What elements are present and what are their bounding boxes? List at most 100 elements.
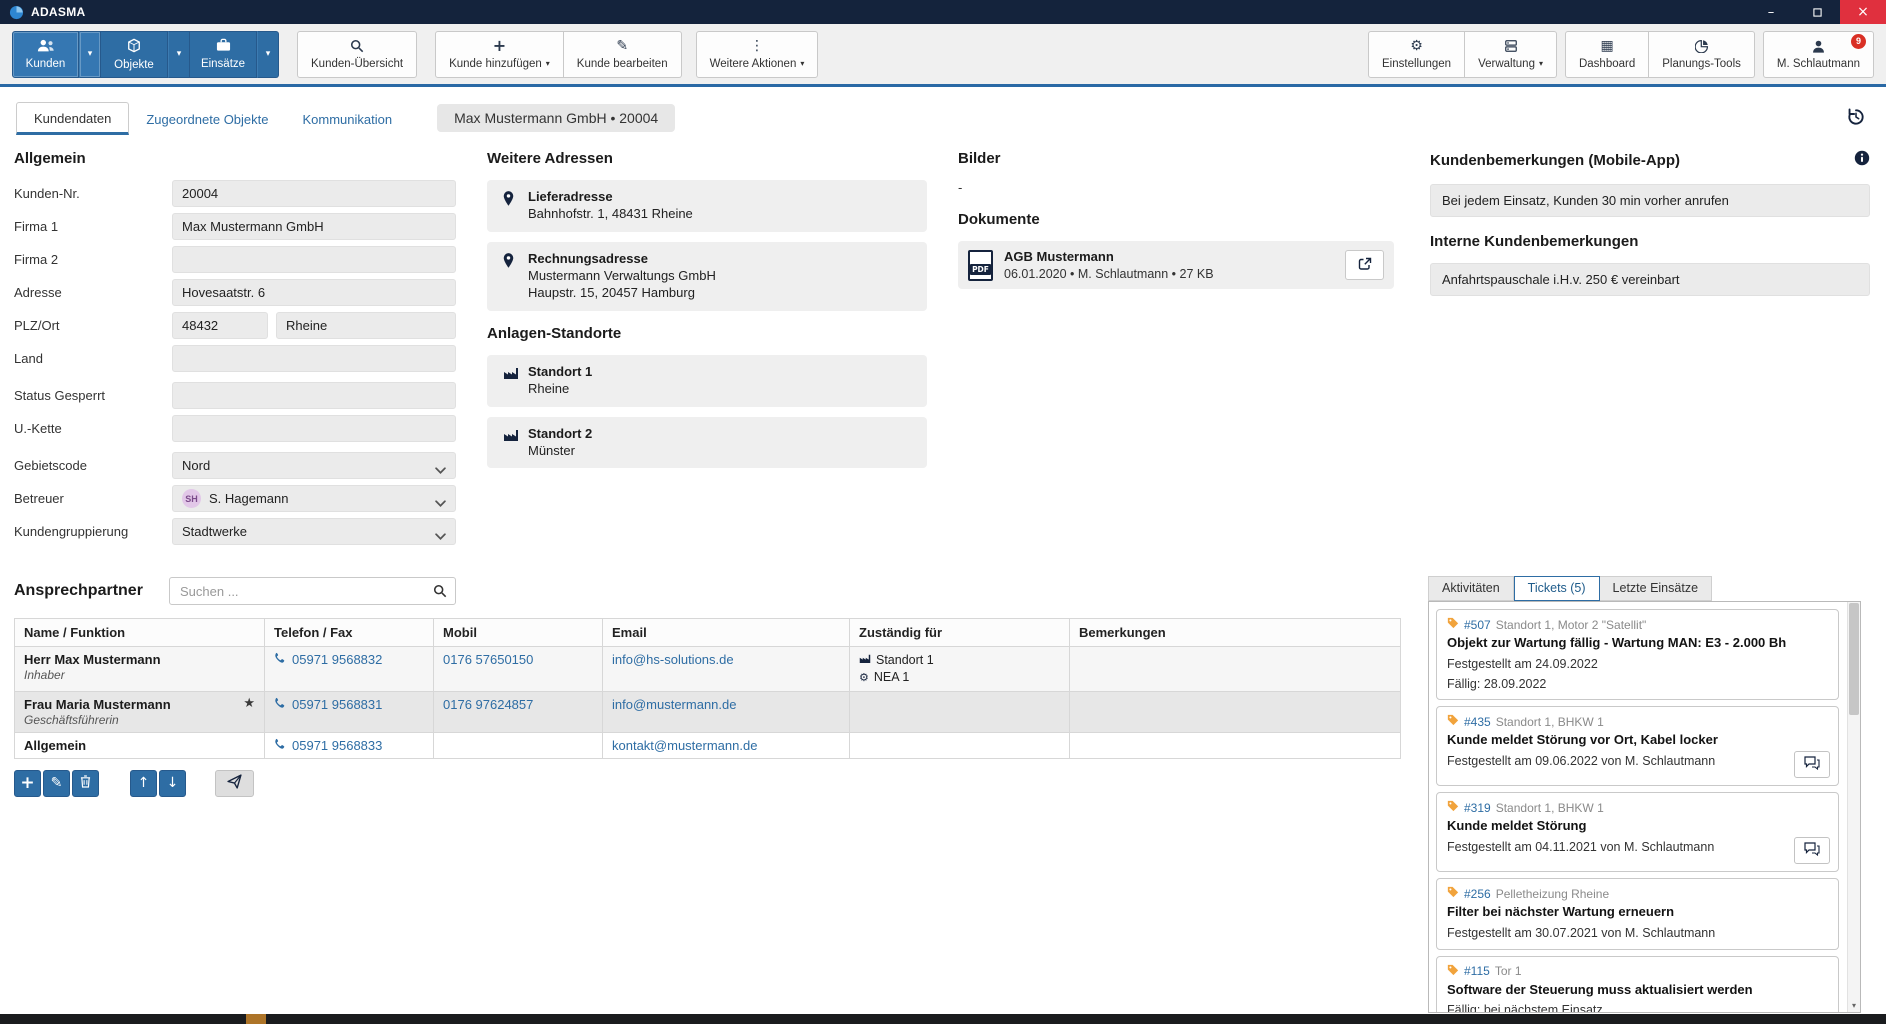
verwaltung-button[interactable]: Verwaltung▾ <box>1465 31 1557 78</box>
ticket-card[interactable]: #435 Standort 1, BHKW 1 Kunde meldet Stö… <box>1436 706 1839 786</box>
plz-field[interactable]: 48432 <box>172 312 268 339</box>
briefcase-icon <box>216 38 231 55</box>
ticket-id[interactable]: #256 <box>1464 887 1491 901</box>
scrollbar-thumb[interactable] <box>1849 603 1859 715</box>
intern-remark-box[interactable]: Anfahrtspauschale i.H.v. 250 € vereinbar… <box>1430 263 1870 296</box>
email-link[interactable]: kontakt@mustermann.de <box>612 738 757 753</box>
ticket-title: Kunde meldet Störung <box>1447 818 1828 835</box>
mobile-link[interactable]: 0176 57650150 <box>443 652 533 667</box>
contact-search-input[interactable] <box>169 577 456 605</box>
mobile-remark-box[interactable]: Bei jedem Einsatz, Kunden 30 min vorher … <box>1430 184 1870 217</box>
email-link[interactable]: info@hs-solutions.de <box>612 652 734 667</box>
betreuer-select[interactable]: SHS. Hagemann <box>172 485 456 512</box>
pie-chart-icon <box>1695 39 1709 54</box>
adresse-field[interactable]: Hovesaatstr. 6 <box>172 279 456 306</box>
factory-icon <box>503 366 519 385</box>
gebietscode-select[interactable]: Nord <box>172 452 456 479</box>
close-button[interactable]: × <box>1840 0 1886 24</box>
column-header[interactable]: Zuständig für <box>850 619 1070 647</box>
land-field[interactable] <box>172 345 456 372</box>
column-header[interactable]: Email <box>603 619 850 647</box>
chevron-down-icon: ▾ <box>1539 60 1543 68</box>
tab-zugeordnete-objekte[interactable]: Zugeordnete Objekte <box>129 104 285 133</box>
edit-contact-button[interactable]: ✎ <box>43 770 70 797</box>
firma1-field[interactable]: Max Mustermann GmbH <box>172 213 456 240</box>
minimize-button[interactable]: – <box>1748 0 1794 24</box>
ticket-id[interactable]: #115 <box>1464 964 1490 978</box>
chevron-down-icon: ▾ <box>177 50 182 59</box>
email-link[interactable]: info@mustermann.de <box>612 697 736 712</box>
contact-row[interactable]: Herr Max Mustermann Inhaber 05971 956883… <box>15 647 1401 692</box>
contacts-table: Name / Funktion Telefon / Fax Mobil Emai… <box>14 618 1401 759</box>
kunden-dropdown-button[interactable]: ▾ <box>79 31 101 78</box>
einsaetze-dropdown-button[interactable]: ▾ <box>257 31 279 78</box>
tab-kundendaten[interactable]: Kundendaten <box>16 102 129 135</box>
weitere-aktionen-button[interactable]: ⋮ Weitere Aktionen▾ <box>696 31 819 78</box>
einstellungen-button[interactable]: ⚙ Einstellungen <box>1368 31 1465 78</box>
document-card[interactable]: PDF AGB Mustermann 06.01.2020 • M. Schla… <box>958 241 1394 289</box>
kunden-uebersicht-button[interactable]: Kunden-Übersicht <box>297 31 417 78</box>
send-message-button[interactable] <box>215 770 254 797</box>
planungs-tools-button[interactable]: Planungs-Tools <box>1649 31 1755 78</box>
ticket-chat-button[interactable] <box>1794 751 1830 778</box>
history-button[interactable] <box>1842 103 1870 134</box>
rechnungsadresse-card[interactable]: Rechnungsadresse Mustermann Verwaltungs … <box>487 242 927 311</box>
maximize-button[interactable] <box>1794 0 1840 24</box>
firma2-field[interactable] <box>172 246 456 273</box>
einsaetze-button[interactable]: Einsätze <box>190 31 257 78</box>
column-header[interactable]: Bemerkungen <box>1070 619 1401 647</box>
ort-field[interactable]: Rheine <box>276 312 456 339</box>
app-title: ADASMA <box>31 5 85 19</box>
search-icon <box>350 39 364 54</box>
open-document-button[interactable] <box>1345 250 1384 280</box>
tab-tickets[interactable]: Tickets (5) <box>1514 576 1600 601</box>
ticket-id[interactable]: #435 <box>1464 715 1491 729</box>
lieferadresse-card[interactable]: Lieferadresse Bahnhofstr. 1, 48431 Rhein… <box>487 180 927 232</box>
contact-name: Allgemein <box>24 738 255 753</box>
ticket-chat-button[interactable] <box>1794 837 1830 864</box>
responsibility-cell <box>850 732 1070 758</box>
ticket-card[interactable]: #256 Pelletheizung Rheine Filter bei näc… <box>1436 878 1839 949</box>
contact-row[interactable]: ★ Frau Maria Mustermann Geschäftsführeri… <box>15 691 1401 732</box>
tab-aktivitaeten[interactable]: Aktivitäten <box>1428 576 1514 601</box>
phone-link[interactable]: 05971 9568831 <box>292 697 382 712</box>
kunde-hinzufuegen-button[interactable]: + Kunde hinzufügen▾ <box>435 31 564 78</box>
column-header[interactable]: Name / Funktion <box>15 619 265 647</box>
kunden-button[interactable]: Kunden <box>12 31 79 78</box>
ticket-id[interactable]: #507 <box>1464 618 1491 632</box>
ticket-card[interactable]: #319 Standort 1, BHKW 1 Kunde meldet Stö… <box>1436 792 1839 872</box>
kundengruppierung-select[interactable]: Stadtwerke <box>172 518 456 545</box>
dashboard-button[interactable]: ▦ Dashboard <box>1565 31 1649 78</box>
tab-kommunikation[interactable]: Kommunikation <box>286 104 410 133</box>
scrollbar[interactable]: ▾ <box>1847 602 1860 1012</box>
add-contact-button[interactable]: + <box>14 770 41 797</box>
ticket-card[interactable]: #115 Tor 1 Software der Steuerung muss a… <box>1436 956 1839 1013</box>
move-down-button[interactable]: ↓ <box>159 770 186 797</box>
objekte-button[interactable]: Objekte <box>101 31 168 78</box>
delete-contact-button[interactable] <box>72 770 99 797</box>
section-ansprechpartner: Ansprechpartner Name / Funktion Telefon … <box>14 576 1401 797</box>
standort-card[interactable]: Standort 1 Rheine <box>487 355 927 407</box>
user-menu-button[interactable]: 9 M. Schlautmann <box>1763 31 1874 78</box>
phone-link[interactable]: 05971 9568833 <box>292 738 382 753</box>
column-header[interactable]: Telefon / Fax <box>265 619 434 647</box>
standort-card[interactable]: Standort 2 Münster <box>487 417 927 469</box>
ticket-id[interactable]: #319 <box>1464 801 1491 815</box>
phone-link[interactable]: 05971 9568832 <box>292 652 382 667</box>
objekte-dropdown-button[interactable]: ▾ <box>168 31 190 78</box>
scroll-down-arrow[interactable]: ▾ <box>1848 1002 1860 1010</box>
info-icon[interactable] <box>1854 150 1870 171</box>
weitere-aktionen-label: Weitere Aktionen <box>710 58 797 70</box>
ticket-card[interactable]: #507 Standort 1, Motor 2 "Satellit" Obje… <box>1436 609 1839 700</box>
kunde-bearbeiten-button[interactable]: ✎ Kunde bearbeiten <box>564 31 682 78</box>
status-gesperrt-field[interactable] <box>172 382 456 409</box>
betreuer-avatar: SH <box>182 489 201 508</box>
phone-icon <box>274 697 286 712</box>
u-kette-field[interactable] <box>172 415 456 442</box>
contact-row[interactable]: Allgemein 05971 9568833 kontakt@musterma… <box>15 732 1401 758</box>
column-header[interactable]: Mobil <box>434 619 603 647</box>
tab-letzte-einsaetze[interactable]: Letzte Einsätze <box>1600 576 1712 601</box>
mobile-link[interactable]: 0176 97624857 <box>443 697 533 712</box>
kunden-nr-field[interactable]: 20004 <box>172 180 456 207</box>
move-up-button[interactable]: ↑ <box>130 770 157 797</box>
